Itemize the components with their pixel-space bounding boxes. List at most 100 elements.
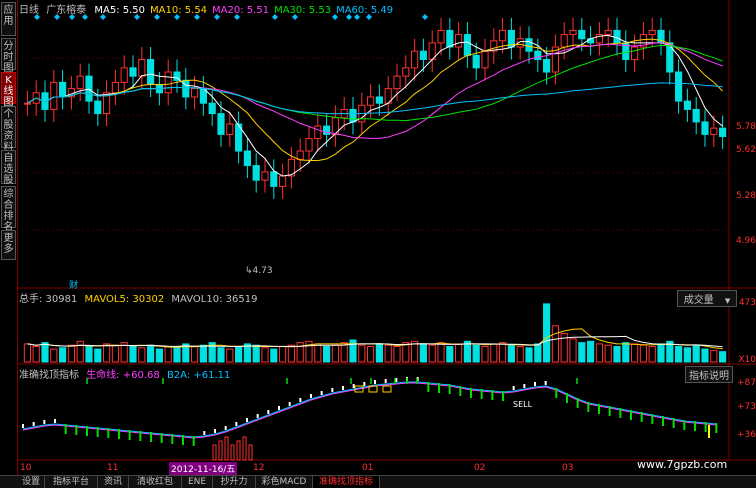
volume-bar-3 <box>50 348 58 363</box>
sidebar-tab-0[interactable]: 应用 <box>1 2 16 36</box>
candle-body-78 <box>710 127 718 135</box>
volume-bar-25 <box>243 343 251 363</box>
ma-label-1: MA10: 5.54 <box>150 5 208 16</box>
volume-selector[interactable]: 成交量 ▼ <box>677 290 737 307</box>
candle-body-63 <box>578 29 586 40</box>
volume-bar-70 <box>639 344 647 363</box>
volume-bar-38 <box>358 344 366 363</box>
x-tick-feb: 02 <box>474 463 486 473</box>
price-tick-4: 4.96 <box>735 236 756 246</box>
sidebar-tab-2[interactable]: K线图 <box>1 72 16 108</box>
candle-body-39 <box>367 96 375 106</box>
candle-body-42 <box>393 75 401 90</box>
candle-body-49 <box>455 34 463 48</box>
x-tick-nov: 11 <box>107 463 119 473</box>
volume-bar-57 <box>525 347 533 363</box>
volume-bar-74 <box>675 346 683 363</box>
candle-body-74 <box>675 71 683 102</box>
candle-body-8 <box>94 100 102 115</box>
sidebar: 应用分时图 K线图 个股资料 自选股 综合排名 更多 <box>0 0 18 487</box>
volume-bar-71 <box>648 346 656 363</box>
candle-body-3 <box>50 81 58 110</box>
volume-bar-0 <box>23 343 31 363</box>
volume-bar-9 <box>103 343 111 363</box>
volume-bar-6 <box>76 340 84 363</box>
sidebar-tab-4[interactable]: 自选股 <box>1 150 16 186</box>
candle-body-14 <box>147 59 155 85</box>
chart-area[interactable]: 日线 广东榕泰 MA5: 5.50 MA10: 5.54 MA20: 5.51 MA3… <box>17 0 756 475</box>
volume-bar-20 <box>199 344 207 363</box>
mavol5-label: MAVOL5: 30302 <box>84 294 165 305</box>
volume-bar-10 <box>111 344 119 363</box>
candle-body-25 <box>243 150 251 167</box>
bottom-tab-0[interactable]: 设置 <box>18 476 45 488</box>
volume-bar-4 <box>59 347 67 363</box>
bottom-tab-bar: 设置 指标平台 资讯 清收红包 ENE 抄升力 彩色MACD 准确找顶指标 <box>0 475 756 488</box>
volume-bar-16 <box>164 346 172 363</box>
bottom-tab-2[interactable]: 资讯 <box>98 476 129 488</box>
b2a-label: B2A: +61.11 <box>166 370 231 381</box>
volume-bar-77 <box>701 348 709 363</box>
finance-marker: 财 <box>69 281 79 291</box>
low-price-marker: ↳4.73 <box>245 266 273 276</box>
volume-bar-23 <box>226 348 234 363</box>
low-zone-bar-6 <box>248 444 253 461</box>
volume-bar-79 <box>719 351 727 363</box>
volume-bar-72 <box>657 343 665 363</box>
volume-bar-26 <box>252 344 260 363</box>
ma-line-10 <box>27 38 723 162</box>
low-zone-bar-4 <box>236 440 241 461</box>
stock-name: 广东榕泰 <box>46 5 87 16</box>
volume-selector-label: 成交量 <box>683 295 714 306</box>
date-highlight: 2012-11-16/五 <box>169 462 238 475</box>
x-tick-oct: 10 <box>20 463 32 473</box>
volume-bar-40 <box>375 343 383 363</box>
indicator-help-button[interactable]: 指标说明 <box>685 366 733 383</box>
volume-bar-13 <box>138 347 146 363</box>
volume-bar-14 <box>147 344 155 363</box>
price-tick-2: 5.62 <box>735 145 756 155</box>
volume-bar-39 <box>367 346 375 363</box>
candle-body-75 <box>683 100 691 110</box>
candle-body-12 <box>129 67 137 77</box>
volume-bar-12 <box>129 346 137 363</box>
volume-bar-28 <box>270 348 278 363</box>
volume-bar-51 <box>472 344 480 363</box>
ma-label-2: MA20: 5.51 <box>212 5 270 16</box>
volume-bar-75 <box>683 347 691 363</box>
candle-body-57 <box>525 38 533 52</box>
candle-body-52 <box>481 50 489 69</box>
sidebar-tab-5[interactable]: 综合排名 <box>1 186 16 233</box>
indicator-header: 准确找顶指标 生命线: +60.68 B2A: +61.11 <box>19 366 230 381</box>
candle-body-47 <box>437 29 445 44</box>
bottom-tab-7[interactable]: 准确找顶指标 <box>313 476 380 488</box>
volume-bar-49 <box>455 343 463 363</box>
bottom-tab-6[interactable]: 彩色MACD <box>256 476 313 488</box>
indicator-tick-3: +36 <box>737 430 756 440</box>
total-volume: 总手: 30981 <box>19 294 78 305</box>
ma-line-5 <box>27 34 723 177</box>
candle-body-79 <box>719 127 727 137</box>
candle-body-76 <box>692 108 700 123</box>
price-tick-1: 5.78 <box>735 122 756 132</box>
volume-bar-45 <box>419 343 427 363</box>
bottom-tab-1[interactable]: 指标平台 <box>45 476 98 488</box>
x-tick-mar: 03 <box>562 463 574 473</box>
candle-body-71 <box>648 29 656 36</box>
bottom-tab-5[interactable]: 抄升力 <box>213 476 256 488</box>
volume-bar-55 <box>507 344 515 363</box>
low-zone-bar-1 <box>218 440 223 461</box>
sidebar-tab-1[interactable]: 分时图 <box>1 38 16 74</box>
volume-bar-15 <box>155 348 163 363</box>
candle-body-19 <box>191 88 199 98</box>
kline-chart-svg[interactable] <box>17 0 756 475</box>
bottom-tab-4[interactable]: ENE <box>182 476 213 488</box>
volume-bar-63 <box>578 342 586 363</box>
top-signal-marker-17 <box>422 14 428 20</box>
sidebar-tab-6[interactable]: 更多 <box>1 230 16 260</box>
volume-bar-22 <box>217 347 225 363</box>
ma-legend: MA5: 5.50 MA10: 5.54 MA20: 5.51 MA30: 5.53 M… <box>89 5 393 16</box>
mavol10-line <box>27 335 723 348</box>
sidebar-tab-3[interactable]: 个股资料 <box>1 106 16 153</box>
bottom-tab-3[interactable]: 清收红包 <box>129 476 182 488</box>
